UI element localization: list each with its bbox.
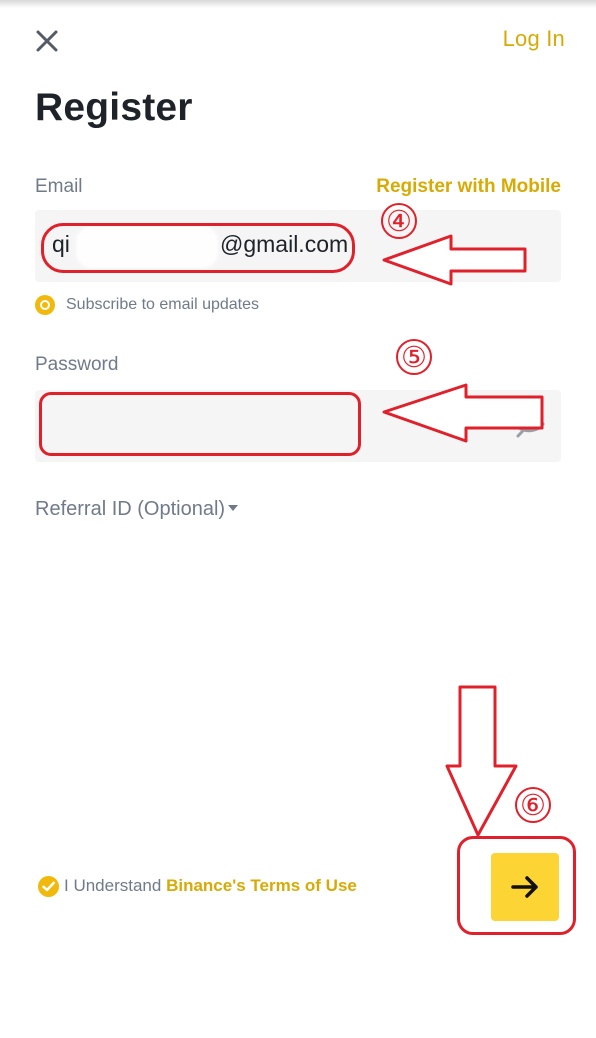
check-icon <box>42 881 56 892</box>
status-bar <box>0 0 596 8</box>
close-icon <box>36 30 58 52</box>
terms-agreement-text: I Understand Binance's Terms of Use <box>64 876 357 896</box>
email-annotation-outline <box>41 223 355 273</box>
terms-of-use-link[interactable]: Binance's Terms of Use <box>166 876 357 895</box>
log-in-link[interactable]: Log In <box>503 26 565 52</box>
subscribe-label: Subscribe to email updates <box>66 296 259 313</box>
close-button[interactable] <box>30 24 64 58</box>
submit-annotation-outline <box>457 836 576 935</box>
referral-id-toggle[interactable]: Referral ID (Optional) <box>35 498 239 521</box>
submit-annotation-arrow <box>445 685 518 837</box>
step-6-marker: ⑥ <box>515 787 551 823</box>
email-label: Email <box>35 176 83 197</box>
password-annotation-outline <box>39 392 361 456</box>
terms-prefix: I Understand <box>64 876 167 895</box>
register-with-mobile-link[interactable]: Register with Mobile <box>376 176 561 198</box>
referral-id-label: Referral ID (Optional) <box>35 498 226 520</box>
subscribe-email-radio[interactable] <box>35 295 55 315</box>
eye-off-icon[interactable] <box>510 406 548 444</box>
step-4-marker: ④ <box>381 203 417 239</box>
radio-selected-icon <box>42 302 48 308</box>
terms-checkbox[interactable] <box>38 876 59 897</box>
caret-down-icon <box>228 504 239 511</box>
password-label: Password <box>35 354 119 375</box>
step-5-marker: ⑤ <box>396 339 432 375</box>
page-title: Register <box>35 86 193 129</box>
